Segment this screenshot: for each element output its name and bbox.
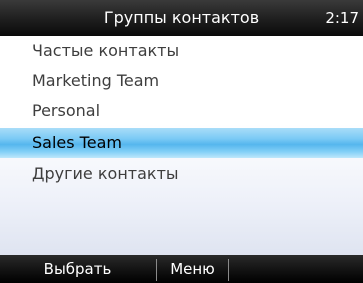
list-item-sales-team[interactable]: Sales Team [0, 128, 363, 158]
softkey-divider [228, 259, 229, 281]
list-item-other-contacts[interactable]: Другие контакты [0, 159, 363, 189]
page-title: Группы контактов [103, 8, 260, 27]
contact-group-list: Частые контакты Marketing Team Personal … [0, 36, 363, 255]
list-item-marketing-team[interactable]: Marketing Team [0, 66, 363, 96]
contact-groups-screen: Группы контактов 2:17 Частые контакты Ma… [0, 0, 363, 283]
title-bar: Группы контактов 2:17 [0, 0, 363, 36]
list-item-personal[interactable]: Personal [0, 96, 363, 126]
softkey-bar: Выбрать Меню [0, 255, 363, 283]
select-softkey[interactable]: Выбрать [0, 255, 155, 283]
clock: 2:17 [325, 9, 359, 27]
menu-softkey[interactable]: Меню [157, 255, 228, 283]
list-item-frequent-contacts[interactable]: Частые контакты [0, 36, 363, 66]
